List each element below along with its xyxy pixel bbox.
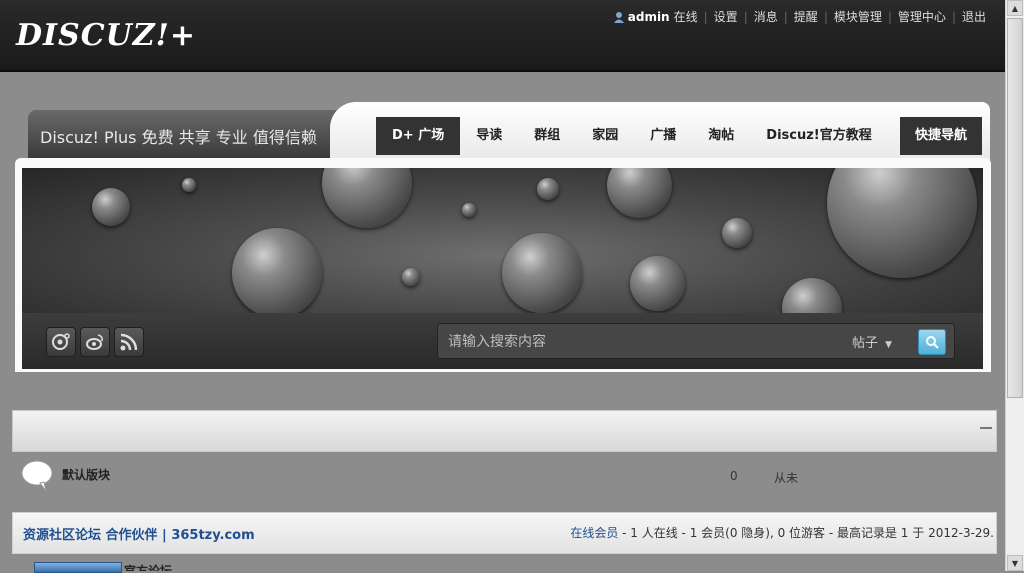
collapse-toggle[interactable]: [980, 427, 992, 429]
search-toolbar: 帖子 ▼: [22, 313, 983, 369]
scroll-thumb[interactable]: [1007, 18, 1023, 398]
header-banner: [22, 168, 983, 313]
nav-item-guide[interactable]: 导读: [460, 117, 518, 155]
forum-row: 默认版块 0 从未: [12, 456, 995, 496]
slogan-bar: Discuz! Plus 免费 共享 专业 值得信赖: [28, 110, 353, 158]
search-button[interactable]: [918, 329, 946, 355]
username-link[interactable]: admin: [628, 10, 670, 24]
search-input[interactable]: [446, 330, 840, 354]
module-manage-link[interactable]: 模块管理: [834, 8, 882, 25]
forum-last-post: 从未: [774, 471, 799, 485]
rss-icon: [120, 333, 138, 351]
page-scrollbar[interactable]: ▲ ▼: [1005, 0, 1024, 571]
top-bar: DISCUZ!+ admin 在线 | 设置 | 消息 | 提醒 | 模块管理 …: [0, 0, 1006, 72]
user-icon: [613, 11, 624, 23]
nav-item-square[interactable]: D+ 广场: [376, 117, 461, 155]
quick-nav-button[interactable]: 快捷导航: [900, 117, 982, 155]
notifications-link[interactable]: 提醒: [794, 8, 818, 25]
user-links: admin 在线 | 设置 | 消息 | 提醒 | 模块管理 | 管理中心 | …: [613, 8, 986, 25]
rss-button[interactable]: [114, 327, 144, 357]
search-type-dropdown[interactable]: 帖子 ▼: [852, 332, 892, 351]
forum-post-count[interactable]: 0: [730, 469, 738, 483]
messages-link[interactable]: 消息: [754, 8, 778, 25]
nav-item-home[interactable]: 家园: [576, 117, 634, 155]
search-box: 帖子 ▼: [437, 323, 955, 359]
main-nav: D+ 广场 导读 群组 家园 广播 淘帖 Discuz!官方教程: [376, 117, 888, 155]
nav-item-broadcast[interactable]: 广播: [634, 117, 692, 155]
settings-link[interactable]: 设置: [714, 8, 738, 25]
search-type-label: 帖子: [852, 336, 879, 351]
scroll-down-button[interactable]: ▼: [1007, 555, 1023, 571]
online-members-link[interactable]: 在线会员: [570, 526, 618, 540]
online-stats: 在线会员 - 1 人在线 - 1 会员(0 隐身), 0 位游客 - 最高记录是…: [570, 524, 994, 541]
official-forum-thumbnail[interactable]: [34, 562, 122, 573]
speech-bubble-icon: [21, 460, 53, 492]
site-slogan: Discuz! Plus 免费 共享 专业 值得信赖: [40, 128, 317, 147]
online-stats-text: - 1 人在线 - 1 会员(0 隐身), 0 位游客 - 最高记录是 1 于 …: [618, 526, 994, 540]
online-status: 在线: [673, 10, 698, 24]
nav-item-collections[interactable]: 淘帖: [692, 117, 750, 155]
forum-name-link[interactable]: 默认版块: [62, 466, 110, 483]
weibo-icon: [86, 334, 103, 350]
partners-title-link[interactable]: 资源社区论坛 合作伙伴 | 365tzy.com: [23, 524, 255, 543]
qq-icon: [52, 333, 70, 350]
official-forum-link[interactable]: 官方论坛: [124, 562, 172, 571]
partners-panel: 资源社区论坛 合作伙伴 | 365tzy.com 在线会员 - 1 人在线 - …: [12, 512, 997, 554]
search-icon: [926, 336, 939, 349]
logout-link[interactable]: 退出: [962, 8, 986, 25]
scroll-up-button[interactable]: ▲: [1007, 0, 1023, 16]
site-logo[interactable]: DISCUZ!+: [16, 18, 196, 53]
nav-item-tutorials[interactable]: Discuz!官方教程: [750, 117, 887, 155]
nav-item-groups[interactable]: 群组: [518, 117, 576, 155]
admin-center-link[interactable]: 管理中心: [898, 8, 946, 25]
weibo-button[interactable]: [80, 327, 110, 357]
qq-button[interactable]: [46, 327, 76, 357]
category-header: [12, 410, 997, 452]
chevron-down-icon: ▼: [885, 340, 893, 350]
